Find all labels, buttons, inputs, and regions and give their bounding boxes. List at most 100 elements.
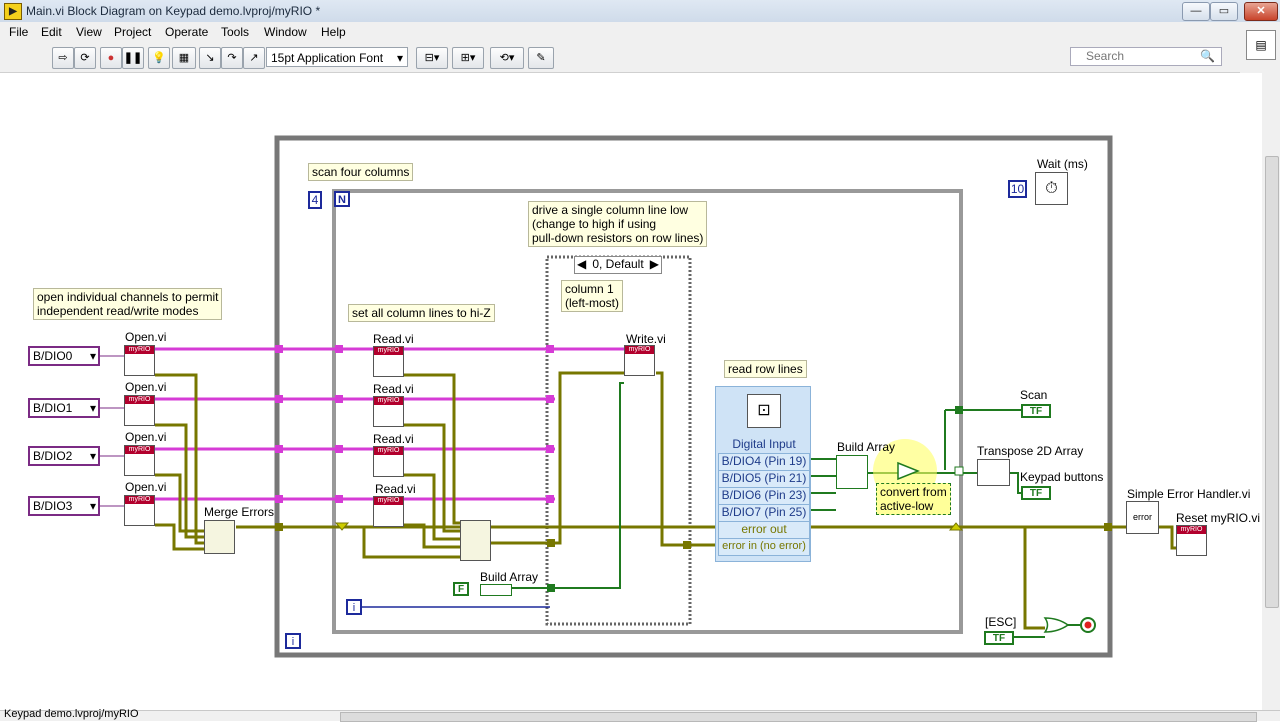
menu-view[interactable]: View — [76, 25, 102, 39]
vertical-scrollbar[interactable] — [1262, 72, 1280, 710]
align-objects-icon[interactable]: ⊟▾ — [416, 47, 448, 69]
menu-tools[interactable]: Tools — [221, 25, 249, 39]
step-out-icon[interactable]: ↗ — [243, 47, 265, 69]
loop-count-constant[interactable]: 4 — [308, 191, 322, 209]
title-bar: ▶ Main.vi Block Diagram on Keypad demo.l… — [0, 0, 1280, 23]
menu-operate[interactable]: Operate — [165, 25, 208, 39]
status-bar: Keypad demo.lvproj/myRIO — [0, 708, 1280, 722]
digital-input-express-vi[interactable]: ⊡ Digital Input B/DIO4 (Pin 19) B/DIO5 (… — [715, 386, 811, 562]
while-iteration-terminal[interactable]: i — [285, 633, 301, 649]
channel-control-dio3[interactable]: B/DIO3 ▾ — [28, 496, 100, 516]
note-scan-columns[interactable]: scan four columns — [308, 163, 414, 181]
transpose-node[interactable] — [977, 459, 1010, 486]
build-array-node[interactable] — [480, 584, 512, 596]
merge-errors-label: Merge Errors — [204, 505, 275, 519]
note-drive-column[interactable]: drive a single column line low (change to… — [528, 201, 708, 247]
case-prev-icon[interactable]: ◀ — [577, 257, 586, 272]
write-vi-node[interactable]: myRIO — [624, 345, 655, 376]
channel-control-dio2[interactable]: B/DIO2 ▾ — [28, 446, 100, 466]
wait-node[interactable]: ⏱ — [1035, 172, 1068, 205]
channel-control-dio1[interactable]: B/DIO1 ▾ — [28, 398, 100, 418]
digital-input-row[interactable]: B/DIO7 (Pin 25) — [718, 504, 810, 522]
note-convert[interactable]: convert from active-low — [876, 483, 951, 515]
open-vi-label: Open.vi — [125, 330, 167, 344]
digital-input-row[interactable]: error out — [718, 521, 810, 539]
digital-input-row[interactable]: error in (no error) — [718, 538, 810, 556]
horizontal-scrollbar[interactable] — [340, 712, 1257, 722]
esc-label: [ESC] — [985, 615, 1017, 629]
toolbar: ⇨ ⟳ ● ❚❚ 💡 ▦ ↘ ↷ ↗ 15pt Application Font… — [0, 42, 1240, 73]
error-handler-label: Simple Error Handler.vi — [1127, 487, 1251, 501]
font-select[interactable]: 15pt Application Font ▾ — [266, 47, 408, 67]
highlight-execution-icon[interactable]: 💡 — [148, 47, 170, 69]
open-vi-node[interactable]: myRIO — [124, 395, 155, 426]
build-array-label-2: Build Array — [837, 440, 896, 454]
digital-input-icon: ⊡ — [747, 394, 781, 428]
search-input[interactable]: Search 🔍 — [1070, 47, 1222, 66]
digital-input-title: Digital Input — [732, 437, 796, 451]
n-terminal[interactable]: N — [334, 191, 350, 207]
window-title: Main.vi Block Diagram on Keypad demo.lvp… — [26, 4, 321, 18]
merge-errors-node-inner[interactable] — [460, 520, 491, 561]
digital-input-row[interactable]: B/DIO5 (Pin 21) — [718, 470, 810, 488]
retain-wire-values-icon[interactable]: ▦ — [172, 47, 196, 69]
open-vi-label: Open.vi — [125, 380, 167, 394]
clean-up-diagram-icon[interactable]: ✎ — [528, 47, 554, 69]
menu-project[interactable]: Project — [114, 25, 151, 39]
note-hiz[interactable]: set all column lines to hi-Z — [348, 304, 495, 322]
run-continuously-icon[interactable]: ⟳ — [74, 47, 96, 69]
pause-icon[interactable]: ❚❚ — [122, 47, 144, 69]
read-vi-node[interactable]: myRIO — [373, 446, 404, 477]
menu-edit[interactable]: Edit — [41, 25, 62, 39]
distribute-objects-icon[interactable]: ⊞▾ — [452, 47, 484, 69]
note-read-rows[interactable]: read row lines — [724, 360, 807, 378]
read-vi-label: Read.vi — [373, 382, 414, 396]
reorder-icon[interactable]: ⟲▾ — [490, 47, 524, 69]
note-open-channels[interactable]: open individual channels to permit indepe… — [33, 288, 223, 320]
open-vi-node[interactable]: myRIO — [124, 345, 155, 376]
wait-constant[interactable]: 10 — [1008, 180, 1027, 198]
open-vi-node[interactable]: myRIO — [124, 445, 155, 476]
menu-help[interactable]: Help — [321, 25, 346, 39]
false-constant[interactable]: F — [453, 582, 469, 596]
block-diagram[interactable]: 4 N i i scan four columns open individua… — [0, 73, 1262, 710]
close-button[interactable]: ✕ — [1244, 2, 1278, 21]
step-into-icon[interactable]: ↘ — [199, 47, 221, 69]
open-vi-label: Open.vi — [125, 480, 167, 494]
channel-control-dio0[interactable]: B/DIO0 ▾ — [28, 346, 100, 366]
loop-iteration-terminal[interactable]: i — [346, 599, 362, 615]
run-icon[interactable]: ⇨ — [52, 47, 74, 69]
case-selector[interactable]: ◀ 0, Default ▶ — [574, 256, 662, 274]
build-array-node-2[interactable] — [836, 455, 868, 489]
abort-icon[interactable]: ● — [100, 47, 122, 69]
open-vi-node[interactable]: myRIO — [124, 495, 155, 526]
reset-myrio-label: Reset myRIO.vi — [1176, 511, 1261, 525]
scan-indicator[interactable]: TF — [1021, 404, 1051, 418]
transpose-label: Transpose 2D Array — [977, 444, 1084, 458]
digital-input-row[interactable]: B/DIO4 (Pin 19) — [718, 453, 810, 471]
read-vi-node[interactable]: myRIO — [373, 496, 404, 527]
note-column-1[interactable]: column 1 (left-most) — [561, 280, 623, 312]
read-vi-label: Read.vi — [373, 332, 414, 346]
minimize-button[interactable]: — — [1182, 2, 1210, 21]
write-vi-label: Write.vi — [626, 332, 666, 346]
merge-errors-node[interactable] — [204, 520, 235, 554]
reset-myrio-node[interactable]: myRIO — [1176, 525, 1207, 556]
menu-file[interactable]: File — [9, 25, 28, 39]
digital-input-row[interactable]: B/DIO6 (Pin 23) — [718, 487, 810, 505]
read-vi-node[interactable]: myRIO — [373, 396, 404, 427]
step-over-icon[interactable]: ↷ — [221, 47, 243, 69]
build-array-label: Build Array — [480, 570, 539, 584]
read-vi-node[interactable]: myRIO — [373, 346, 404, 377]
read-vi-label: Read.vi — [375, 482, 416, 496]
keypad-buttons-indicator[interactable]: TF — [1021, 486, 1051, 500]
search-icon[interactable]: 🔍 — [1200, 48, 1215, 65]
menu-window[interactable]: Window — [264, 25, 307, 39]
menu-bar: File Edit View Project Operate Tools Win… — [0, 22, 1240, 42]
maximize-button[interactable]: ▭ — [1210, 2, 1238, 21]
help-icon[interactable]: ▤ — [1246, 30, 1276, 60]
error-handler-node[interactable]: error — [1126, 501, 1159, 534]
case-next-icon[interactable]: ▶ — [650, 257, 659, 272]
esc-control[interactable]: TF — [984, 631, 1014, 645]
wait-label: Wait (ms) — [1037, 157, 1088, 171]
